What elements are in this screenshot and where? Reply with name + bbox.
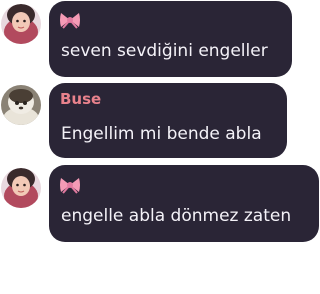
bow-emoji-icon [59, 176, 81, 198]
message-bubble[interactable]: Buse Engellim mi bende abla [49, 83, 287, 158]
sender-name[interactable]: Buse [60, 89, 101, 109]
message-text: seven sevdiğini engeller [61, 41, 268, 61]
message-text: engelle abla dönmez zaten [61, 206, 292, 226]
message-bubble[interactable]: engelle abla dönmez zaten [49, 165, 319, 242]
child-photo-avatar-image [1, 4, 41, 44]
child-photo-avatar-image [1, 168, 41, 208]
avatar[interactable] [1, 168, 41, 208]
avatar[interactable] [1, 85, 41, 125]
avatar[interactable] [1, 4, 41, 44]
bow-emoji-icon [59, 11, 81, 33]
message-text: Engellim mi bende abla [61, 124, 262, 144]
buse-photo-avatar-image [1, 85, 41, 125]
message-bubble[interactable]: seven sevdiğini engeller [49, 1, 292, 77]
